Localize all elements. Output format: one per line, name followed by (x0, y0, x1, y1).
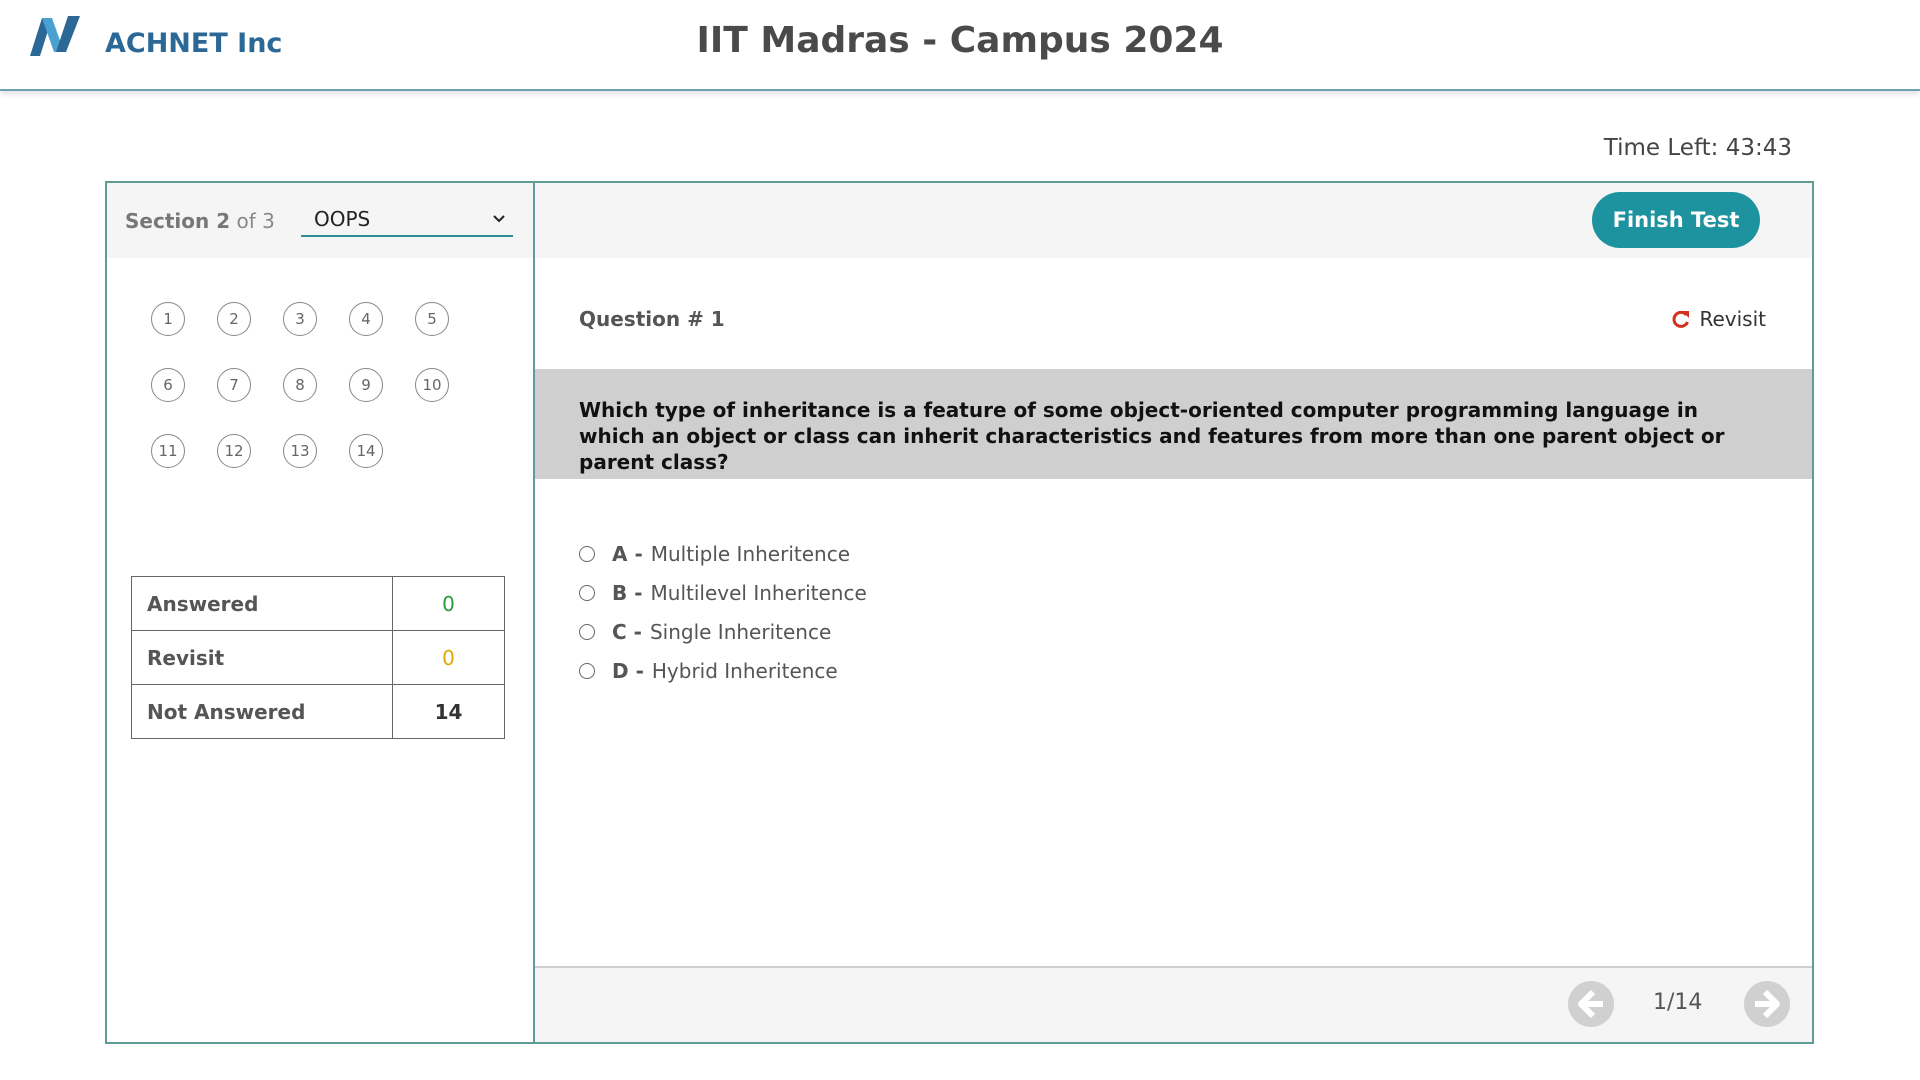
section-word: Section (125, 209, 210, 233)
question-button[interactable]: 14 (349, 434, 383, 468)
section-total: of 3 (236, 209, 275, 233)
section-header: Section 2 of 3 OOPS (107, 183, 533, 258)
question-button[interactable]: 12 (217, 434, 251, 468)
option-letter: C - (612, 620, 642, 644)
radio-button[interactable] (579, 546, 595, 562)
stat-label: Not Answered (131, 684, 393, 739)
revisit-button[interactable]: Revisit (1671, 307, 1766, 331)
option-text: Multilevel Inheritence (650, 581, 867, 605)
table-row: Answered 0 (131, 576, 505, 631)
table-row: Revisit 0 (131, 630, 505, 685)
arrow-right-icon[interactable] (1743, 980, 1791, 1028)
option-c[interactable]: C - Single Inheritence (579, 617, 831, 647)
pagination-bar: 1/14 (535, 966, 1812, 1042)
time-left: Time Left: 43:43 (1603, 135, 1792, 161)
option-text: Multiple Inheritence (650, 542, 851, 566)
revisit-icon (1673, 310, 1690, 328)
option-b[interactable]: B - Multilevel Inheritence (579, 578, 867, 608)
option-a[interactable]: A - Multiple Inheritence (579, 539, 850, 569)
radio-button[interactable] (579, 624, 595, 640)
status-table: Answered 0 Revisit 0 Not Answered 14 (131, 576, 505, 739)
radio-button[interactable] (579, 585, 595, 601)
question-button[interactable]: 10 (415, 368, 449, 402)
question-button[interactable]: 8 (283, 368, 317, 402)
question-button[interactable]: 7 (217, 368, 251, 402)
table-row: Not Answered 14 (131, 684, 505, 739)
stat-label: Answered (131, 576, 393, 631)
page-title: IIT Madras - Campus 2024 (696, 20, 1224, 61)
option-d[interactable]: D - Hybrid Inheritence (579, 656, 838, 686)
question-button[interactable]: 3 (283, 302, 317, 336)
option-text: Single Inheritence (649, 620, 832, 644)
stat-value: 0 (392, 630, 505, 685)
option-text: Hybrid Inheritence (651, 659, 838, 683)
stat-label: Revisit (131, 630, 393, 685)
question-button[interactable]: 9 (349, 368, 383, 402)
header: ACHNET Inc IIT Madras - Campus 2024 (0, 0, 1920, 91)
question-toolbar: Finish Test (535, 183, 1812, 258)
page-indicator: 1/14 (1653, 990, 1703, 1015)
question-button[interactable]: 11 (151, 434, 185, 468)
question-button[interactable]: 1 (151, 302, 185, 336)
option-letter: B - (612, 581, 643, 605)
section-indicator: Section 2 of 3 (125, 209, 275, 233)
test-frame: Section 2 of 3 OOPS 1 2 3 4 5 6 7 8 9 10… (105, 181, 1814, 1044)
revisit-label: Revisit (1699, 307, 1766, 331)
arrow-left-icon[interactable] (1567, 980, 1615, 1028)
question-button[interactable]: 13 (283, 434, 317, 468)
radio-button[interactable] (579, 663, 595, 679)
chevron-down-icon (493, 215, 505, 223)
question-number: Question # 1 (579, 307, 725, 331)
sidebar: Section 2 of 3 OOPS 1 2 3 4 5 6 7 8 9 10… (107, 183, 535, 1042)
section-current: 2 (216, 209, 231, 233)
question-text: Which type of inheritance is a feature o… (579, 398, 1725, 474)
stat-value: 0 (392, 576, 505, 631)
stat-value: 14 (392, 684, 505, 739)
question-button[interactable]: 6 (151, 368, 185, 402)
option-letter: D - (612, 659, 644, 683)
question-button[interactable]: 4 (349, 302, 383, 336)
option-letter: A - (612, 542, 643, 566)
finish-test-button[interactable]: Finish Test (1592, 192, 1760, 248)
question-panel: Finish Test Question # 1 Revisit Which t… (535, 183, 1812, 1042)
question-button[interactable]: 2 (217, 302, 251, 336)
section-dropdown-value: OOPS (314, 207, 371, 231)
section-dropdown[interactable]: OOPS (301, 205, 513, 237)
question-box: Which type of inheritance is a feature o… (535, 369, 1812, 479)
question-button[interactable]: 5 (415, 302, 449, 336)
